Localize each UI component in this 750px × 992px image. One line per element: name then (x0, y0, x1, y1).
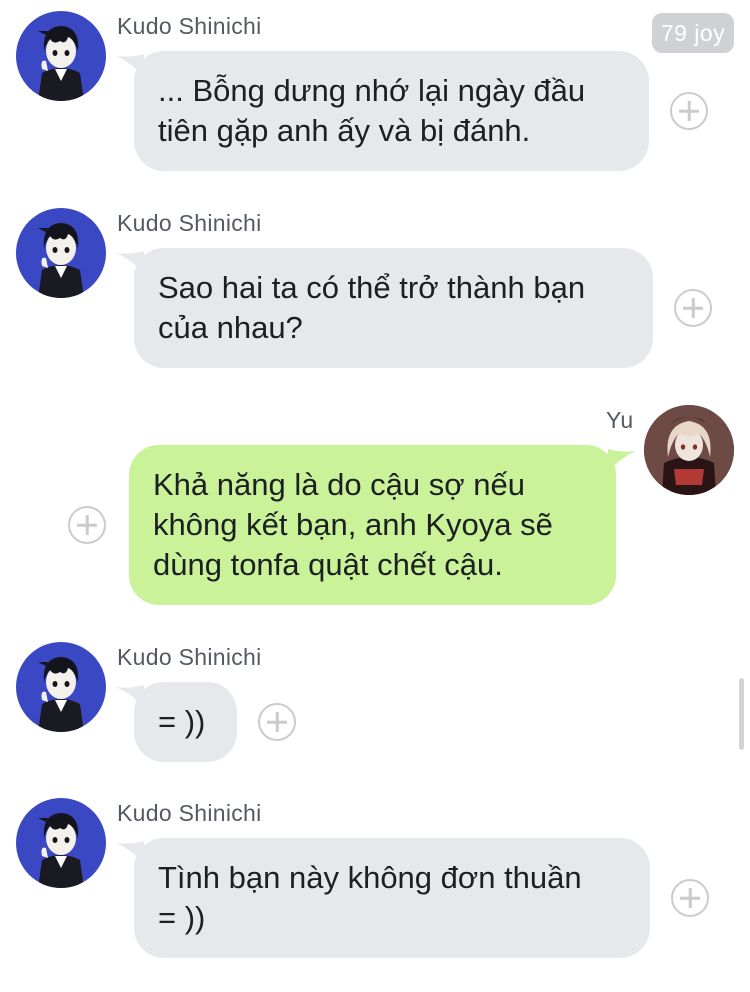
sender-name: Kudo Shinichi (117, 210, 262, 236)
sender-name: Kudo Shinichi (117, 644, 262, 670)
message-text: ... Bỗng dưng nhớ lại ngày đầu tiên gặp … (158, 73, 586, 148)
sender-name: Kudo Shinichi (117, 13, 262, 39)
anime-boy-avatar-icon (16, 11, 106, 101)
message-text: Khả năng là do cậu sợ nếu không kết bạn,… (153, 467, 553, 582)
message-bubble[interactable]: Sao hai ta có thể trở thành bạn của nhau… (134, 248, 653, 368)
add-reaction-icon[interactable] (674, 289, 712, 327)
message-bubble[interactable]: Khả năng là do cậu sợ nếu không kết bạn,… (129, 445, 616, 605)
sender-avatar[interactable] (16, 11, 106, 101)
anime-girl-avatar-icon (644, 405, 734, 495)
message-bubble[interactable]: Tình bạn này không đơn thuần = )) (134, 838, 650, 958)
count-badge: 79 joy (652, 13, 734, 53)
message-text: Sao hai ta có thể trở thành bạn của nhau… (158, 270, 586, 345)
add-reaction-icon[interactable] (671, 879, 709, 917)
sender-avatar[interactable] (16, 642, 106, 732)
add-reaction-icon[interactable] (258, 703, 296, 741)
anime-boy-avatar-icon (16, 642, 106, 732)
sender-avatar[interactable] (16, 208, 106, 298)
anime-boy-avatar-icon (16, 208, 106, 298)
count-badge-text: 79 joy (660, 19, 726, 46)
message-text: = )) (158, 704, 206, 739)
message-bubble[interactable]: ... Bỗng dưng nhớ lại ngày đầu tiên gặp … (134, 51, 649, 171)
sender-avatar[interactable] (16, 798, 106, 888)
sender-name: Yu (606, 407, 634, 433)
scrollbar[interactable] (739, 678, 744, 750)
add-reaction-icon[interactable] (68, 506, 106, 544)
message-text: Tình bạn này không đơn thuần = )) (158, 860, 582, 935)
add-reaction-icon[interactable] (670, 92, 708, 130)
message-bubble[interactable]: = )) (134, 682, 237, 762)
sender-name: Kudo Shinichi (117, 800, 262, 826)
sender-avatar[interactable] (644, 405, 734, 495)
anime-boy-avatar-icon (16, 798, 106, 888)
